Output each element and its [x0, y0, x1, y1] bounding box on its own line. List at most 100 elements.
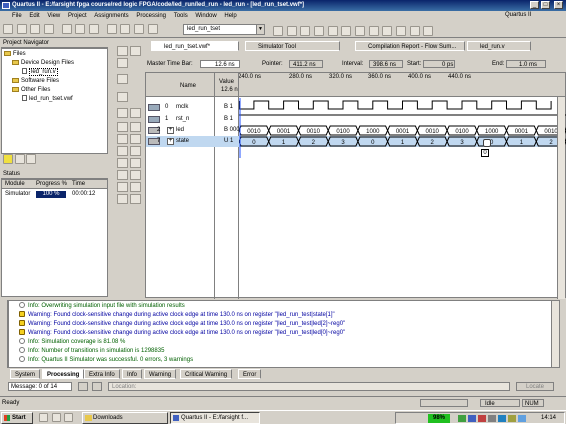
message-row[interactable]: Info: Quartus II Simulator was successfu… [19, 356, 193, 365]
pin-icon[interactable] [147, 24, 158, 34]
start-button[interactable]: Start [1, 412, 33, 424]
weak-low-icon[interactable] [117, 146, 128, 156]
chevron-down-icon[interactable]: ▼ [256, 25, 264, 34]
forcing-low-icon[interactable] [117, 122, 128, 132]
zoom-out-icon[interactable] [130, 108, 141, 118]
weak-high-icon[interactable] [130, 146, 141, 156]
menu-file[interactable]: File [12, 13, 22, 19]
waveform-editing-icon[interactable] [117, 92, 128, 102]
copy-icon[interactable] [75, 24, 86, 34]
print-icon[interactable] [44, 24, 55, 34]
menu-view[interactable]: View [47, 13, 60, 19]
timing-icon[interactable] [341, 26, 352, 36]
tab-led-run-v[interactable]: led_run.v [467, 41, 531, 51]
megawizard-icon[interactable] [423, 26, 434, 36]
tab-compilation-report[interactable]: Compilation Report - Flow Sum... [355, 41, 465, 51]
paste-icon[interactable] [89, 24, 100, 34]
dont-care-icon[interactable] [130, 134, 141, 144]
taskbar-item-downloads[interactable]: Downloads [82, 412, 168, 424]
tree-item-other-files[interactable]: Other Files [12, 86, 50, 95]
zoom-in-icon[interactable] [117, 108, 128, 118]
files-tab-icon[interactable] [14, 154, 25, 164]
open-icon[interactable] [16, 24, 27, 34]
chip-planner-icon[interactable] [396, 26, 407, 36]
location-field[interactable]: Location: [108, 382, 510, 391]
settings-icon[interactable] [273, 26, 283, 36]
chip-icon[interactable] [286, 26, 297, 36]
message-tab[interactable]: System [10, 369, 41, 379]
arbitrary-value-icon[interactable] [130, 170, 141, 180]
media-icon[interactable] [64, 413, 74, 422]
ie-icon[interactable] [39, 413, 48, 422]
menu-project[interactable]: Project [68, 13, 87, 19]
text-tool-icon[interactable] [130, 46, 141, 56]
forcing-high-icon[interactable] [130, 122, 141, 132]
message-tab[interactable]: Critical Warning [180, 369, 233, 379]
tree-item-led-run-tset-vwf[interactable]: led_run_tset.vwf [22, 95, 73, 104]
tray-icon-4[interactable] [488, 415, 496, 422]
play-icon[interactable] [314, 26, 325, 36]
tray-icon-2[interactable] [468, 415, 476, 422]
count-value-icon[interactable] [130, 158, 141, 168]
analysis-icon[interactable] [327, 26, 338, 36]
help-icon[interactable] [134, 24, 145, 34]
group-icon[interactable] [130, 194, 141, 204]
message-tab[interactable]: Error [238, 369, 262, 379]
message-tab[interactable]: Warning [144, 369, 177, 379]
save-icon[interactable] [30, 24, 41, 34]
menu-help[interactable]: Help [224, 13, 236, 19]
message-row[interactable]: Warning: Found clock-sensitive change du… [19, 320, 345, 329]
new-icon[interactable] [3, 24, 13, 34]
tree-item-device-design-files[interactable]: Device Design Files [12, 59, 74, 68]
programmer-icon[interactable] [382, 26, 393, 36]
selection-tool-icon[interactable] [117, 46, 128, 56]
hierarchy-tab-icon[interactable] [3, 154, 13, 164]
taskbar-item-quartus[interactable]: Quartus II - E:/farsight f... [170, 412, 260, 424]
message-row[interactable]: Info: Number of transitions in simulatio… [19, 347, 164, 356]
clock-icon[interactable] [117, 170, 128, 180]
report-icon[interactable] [368, 26, 379, 36]
expand-icon[interactable]: + [167, 127, 174, 134]
project-combo[interactable]: led_run_tset ▼ [183, 24, 265, 35]
menu-processing[interactable]: Processing [136, 13, 166, 19]
message-nav-up-icon[interactable] [78, 382, 88, 391]
message-tab[interactable]: Extra Info [84, 369, 120, 379]
compile-icon[interactable] [300, 26, 311, 36]
tree-item-software-files[interactable]: Software Files [12, 77, 59, 86]
zoom-tool-icon[interactable] [117, 58, 128, 68]
message-nav-down-icon[interactable] [92, 382, 102, 391]
tab-led-run-tset-vwf[interactable]: led_run_tset.vwf* [151, 41, 239, 51]
message-row[interactable]: Warning: Found clock-sensitive change du… [19, 329, 345, 338]
tree-item-files[interactable]: Files [4, 50, 26, 59]
locate-button[interactable]: Locate [516, 382, 554, 391]
menu-edit[interactable]: Edit [29, 13, 39, 19]
find-icon[interactable] [117, 74, 128, 84]
undo-icon[interactable] [106, 24, 117, 34]
uninitialized-icon[interactable] [117, 134, 128, 144]
message-tab[interactable]: Processing [42, 369, 85, 379]
minimize-button[interactable]: _ [530, 1, 539, 9]
rtl-icon[interactable] [409, 26, 420, 36]
simulate-icon[interactable] [355, 26, 366, 36]
close-button[interactable]: × [554, 1, 563, 9]
tray-icon-5[interactable] [498, 415, 506, 422]
vertical-scrollbar[interactable] [557, 97, 565, 299]
message-row[interactable]: Info: Overwriting simulation input file … [19, 302, 185, 311]
menu-assignments[interactable]: Assignments [94, 13, 128, 19]
tray-icon-6[interactable] [508, 415, 516, 422]
tray-icon-3[interactable] [478, 415, 486, 422]
snap-icon[interactable] [117, 194, 128, 204]
menu-window[interactable]: Window [195, 13, 216, 19]
message-row[interactable]: Info: Simulation coverage is 81.08 % [19, 338, 125, 347]
invert-icon[interactable] [117, 158, 128, 168]
menu-tools[interactable]: Tools [174, 13, 188, 19]
redo-icon[interactable] [120, 24, 131, 34]
waveform-canvas[interactable]: 0010 0001 0010 0100 1000 0001 0010 0100 1000 0001… [239, 98, 566, 158]
message-tab[interactable]: Info [122, 369, 143, 379]
sort-icon[interactable] [130, 182, 141, 192]
master-time-value[interactable]: 12.6 ns [200, 60, 240, 68]
expand-icon[interactable]: + [167, 138, 174, 145]
messages-scrollbar[interactable] [551, 301, 559, 367]
desktop-icon[interactable] [51, 413, 61, 422]
random-value-icon[interactable] [117, 182, 128, 192]
